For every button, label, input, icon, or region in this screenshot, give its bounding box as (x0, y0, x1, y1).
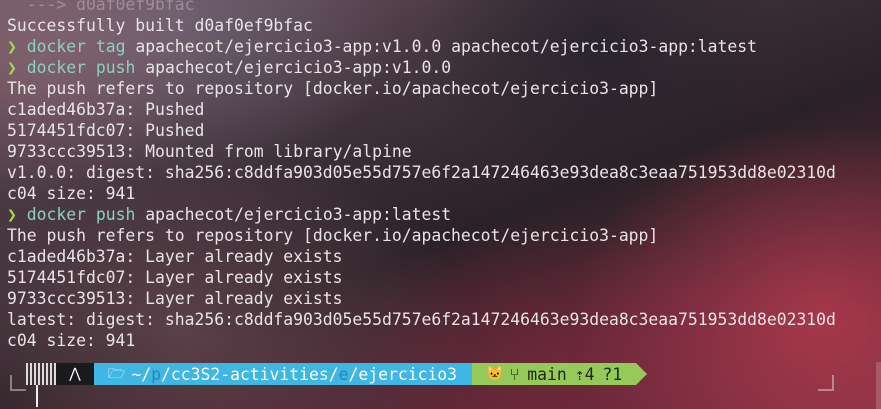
command-args: apachecot/ejercicio3-app:v1.0.0 apacheco… (135, 37, 758, 56)
command-args: apachecot/ejercicio3-app:v1.0.0 (145, 58, 452, 77)
command-name: docker (26, 205, 86, 224)
arch-linux-icon: ⋀ (69, 365, 81, 382)
git-segment: 🐱 ⑂ main ⇡4 ?1 (472, 363, 647, 385)
output-line: c1aded46b37a: Layer already exists (7, 247, 343, 266)
path-segment: 🗁 ~/p/cc3S2-activities/e/ejercicio3 (94, 363, 483, 385)
subcommand: push (95, 58, 136, 77)
subcommand: tag (95, 37, 126, 56)
prompt-chevron-icon: ❯ (7, 205, 17, 224)
command-line: ❯ docker push apachecot/ejercicio3-app:l… (7, 204, 881, 225)
window-corner-left (10, 375, 26, 391)
window-corner-right (818, 375, 834, 391)
output-line: c1aded46b37a: Pushed (7, 100, 205, 119)
path-current-dir: /ejercicio3 (348, 364, 458, 384)
git-ahead-count: ⇡4 (574, 364, 595, 384)
prompt-chevron-icon: ❯ (7, 37, 17, 56)
git-branch-name: main (527, 364, 567, 384)
command-args: apachecot/ejercicio3-app:latest (145, 205, 452, 224)
output-line: 9733ccc39513: Mounted from library/alpin… (7, 142, 412, 161)
terminal-output[interactable]: ---> d0af0ef9bfac Successfully built d0af… (7, 0, 881, 351)
output-line: The push refers to repository [docker.io… (7, 226, 659, 245)
folder-icon: 🗁 (108, 365, 126, 382)
git-branch-icon: ⑂ (509, 364, 520, 384)
output-line: Successfully built d0af0ef9bfac (7, 16, 313, 35)
output-line: 5174451fdc07: Pushed (7, 121, 205, 140)
output-line: 9733ccc39513: Layer already exists (7, 289, 343, 308)
scrollbar[interactable] (876, 362, 881, 409)
command-line: ❯ docker tag apachecot/ejercicio3-app:v1… (7, 36, 881, 57)
command-name: docker (26, 37, 86, 56)
output-line: The push refers to repository [docker.io… (7, 79, 659, 98)
path-abbrev-e: e (338, 364, 349, 384)
output-line: ---> d0af0ef9bfac (7, 0, 195, 14)
git-untracked-count: ?1 (602, 364, 623, 384)
prompt-decoration (26, 363, 56, 385)
text-cursor (36, 385, 38, 407)
os-segment: ⋀ (56, 363, 105, 385)
output-line: latest: digest: sha256:c8ddfa903d05e55d7… (7, 310, 836, 329)
path-home: ~/ (131, 364, 152, 384)
output-line: v1.0.0: digest: sha256:c8ddfa903d05e55d7… (7, 163, 836, 182)
prompt-chevron-icon: ❯ (7, 58, 17, 77)
path-abbrev-p: p (151, 364, 161, 384)
subcommand: push (95, 205, 136, 224)
output-line: 5174451fdc07: Layer already exists (7, 268, 343, 287)
output-line: c04 size: 941 (7, 184, 136, 203)
prompt-status-bar: ⋀ 🗁 ~/p/cc3S2-activities/e/ejercicio3 🐱 ⑂ m… (0, 363, 881, 385)
command-line: ❯ docker push apachecot/ejercicio3-app:v… (7, 57, 881, 78)
github-icon: 🐱 (486, 365, 504, 382)
path-middle: /cc3S2-activities/ (161, 364, 339, 384)
command-name: docker (26, 58, 86, 77)
output-line: c04 size: 941 (7, 331, 136, 350)
